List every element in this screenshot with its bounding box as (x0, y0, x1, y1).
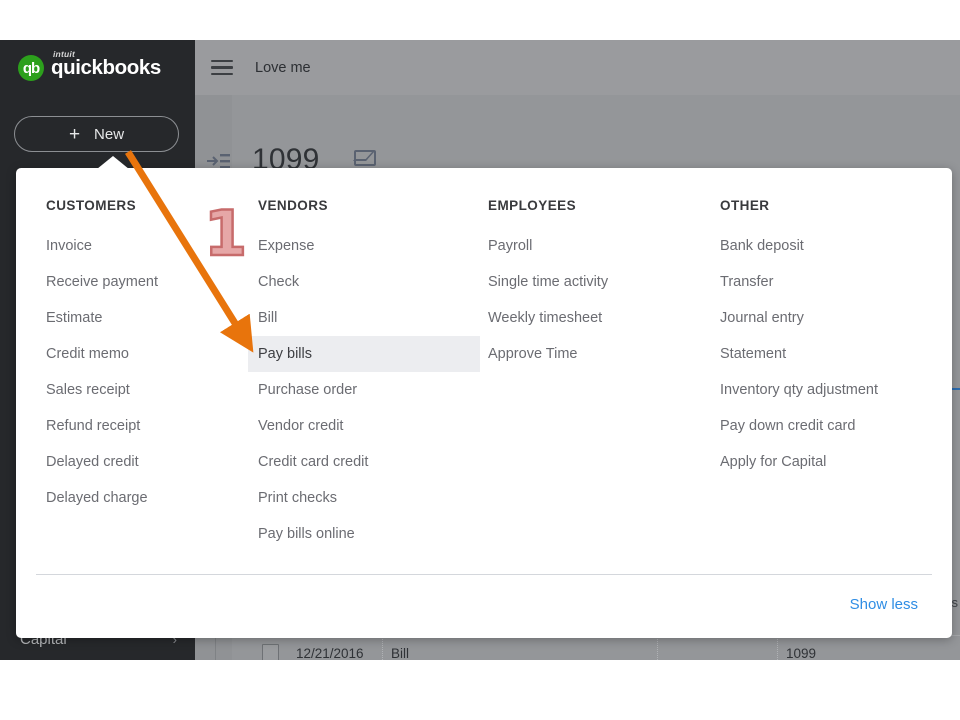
row-checkbox[interactable] (261, 643, 279, 660)
cell-type: Bill (383, 636, 658, 660)
cell-no (658, 636, 778, 660)
menu-item-weekly-timesheet[interactable]: Weekly timesheet (478, 300, 710, 336)
menu-column-employees: EMPLOYEES Payroll Single time activity W… (478, 198, 710, 552)
quickbooks-name: quickbooks (51, 55, 161, 79)
transactions-table: 12/21/2016 Bill 1099 Royalties (252, 635, 960, 660)
quickbooks-wordmark: intuit quickbooks (51, 49, 161, 79)
menu-item-statement[interactable]: Statement (710, 336, 952, 372)
menu-item-bill[interactable]: Bill (248, 300, 478, 336)
quickbooks-mark-icon: qb (18, 55, 44, 81)
menu-item-single-time-activity[interactable]: Single time activity (478, 264, 710, 300)
hamburger-line (211, 59, 233, 63)
menu-item-inventory-qty-adjustment[interactable]: Inventory qty adjustment (710, 372, 952, 408)
plus-icon: + (68, 123, 81, 145)
envelope-icon[interactable] (354, 150, 376, 166)
menu-column-customers: CUSTOMERS Invoice Receive payment Estima… (16, 198, 248, 552)
new-transaction-menu: CUSTOMERS Invoice Receive payment Estima… (16, 156, 952, 638)
menu-item-journal-entry[interactable]: Journal entry (710, 300, 952, 336)
menu-item-vendor-credit[interactable]: Vendor credit (248, 408, 478, 444)
new-button[interactable]: + New (14, 116, 179, 152)
menu-item-approve-time[interactable]: Approve Time (478, 336, 710, 372)
menu-item-delayed-credit[interactable]: Delayed credit (44, 444, 248, 480)
screenshot-root: qb intuit quickbooks + New Capital › Lov… (0, 0, 960, 720)
table-row[interactable]: 12/21/2016 Bill 1099 Royalties (252, 635, 960, 660)
menu-item-transfer[interactable]: Transfer (710, 264, 952, 300)
menu-columns: CUSTOMERS Invoice Receive payment Estima… (16, 168, 952, 552)
menu-item-pay-down-credit-card[interactable]: Pay down credit card (710, 408, 952, 444)
menu-column-vendors: VENDORS Expense Check Bill Pay bills Pur… (248, 198, 480, 552)
side-clipped-text: s (951, 595, 959, 610)
menu-item-apply-for-capital[interactable]: Apply for Capital (710, 444, 952, 480)
menu-item-expense[interactable]: Expense (248, 228, 478, 264)
column-heading-other: OTHER (720, 198, 770, 213)
intuit-label: intuit (53, 48, 75, 59)
menu-item-receive-payment[interactable]: Receive payment (44, 264, 248, 300)
hamburger-icon[interactable] (211, 56, 233, 80)
menu-item-bank-deposit[interactable]: Bank deposit (710, 228, 952, 264)
menu-item-purchase-order[interactable]: Purchase order (248, 372, 478, 408)
menu-item-credit-memo[interactable]: Credit memo (44, 336, 248, 372)
hamburger-line (211, 66, 233, 69)
menu-item-print-checks[interactable]: Print checks (248, 480, 478, 516)
show-less-link[interactable]: Show less (850, 596, 918, 613)
menu-item-sales-receipt[interactable]: Sales receipt (44, 372, 248, 408)
top-bar: Love me (195, 40, 960, 95)
menu-item-estimate[interactable]: Estimate (44, 300, 248, 336)
new-button-label: New (94, 125, 125, 143)
menu-item-pay-bills-online[interactable]: Pay bills online (248, 516, 478, 552)
column-heading-customers: CUSTOMERS (46, 198, 137, 213)
column-heading-vendors: VENDORS (258, 198, 328, 213)
menu-item-credit-card-credit[interactable]: Credit card credit (248, 444, 478, 480)
menu-item-refund-receipt[interactable]: Refund receipt (44, 408, 248, 444)
quickbooks-logo[interactable]: qb intuit quickbooks (18, 49, 161, 81)
cell-name: 1099 (778, 636, 960, 661)
menu-item-check[interactable]: Check (248, 264, 478, 300)
menu-item-payroll[interactable]: Payroll (478, 228, 710, 264)
page-title: Love me (255, 59, 311, 76)
column-heading-employees: EMPLOYEES (488, 198, 577, 213)
cell-date: 12/21/2016 (288, 636, 383, 660)
menu-column-other: OTHER Bank deposit Transfer Journal entr… (710, 198, 952, 552)
menu-divider (36, 574, 932, 575)
hamburger-line (211, 72, 233, 76)
row-checkbox-cell[interactable] (252, 636, 288, 660)
grid-left-rule (215, 635, 216, 660)
menu-item-pay-bills[interactable]: Pay bills (248, 336, 480, 372)
menu-item-delayed-charge[interactable]: Delayed charge (44, 480, 248, 516)
menu-item-invoice[interactable]: Invoice (44, 228, 248, 264)
